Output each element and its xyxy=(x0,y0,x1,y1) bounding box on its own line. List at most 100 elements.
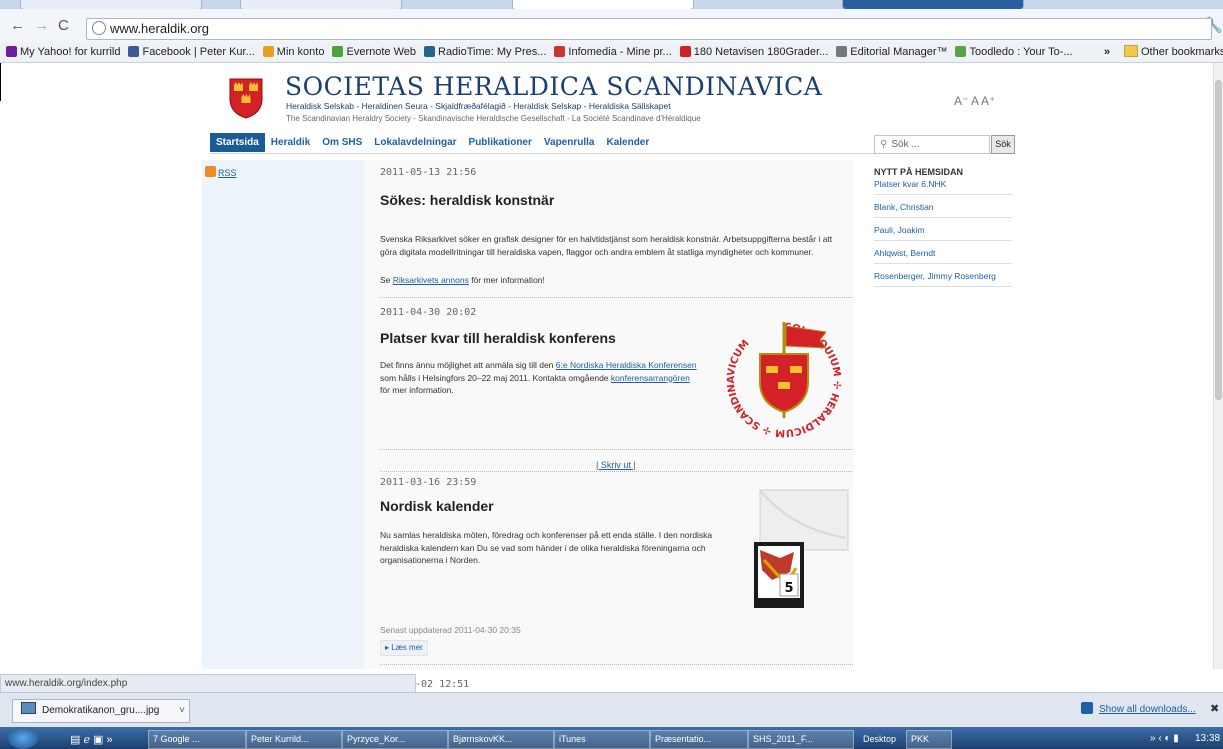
bookmark-item[interactable]: RadioTime: My Pres... xyxy=(424,42,546,62)
article-title[interactable]: Nordisk kalender xyxy=(380,498,494,514)
bookmark-favicon-icon xyxy=(332,46,344,57)
site-subtitle-international: The Scandinavian Heraldry Society - Skan… xyxy=(286,114,701,123)
image-file-icon xyxy=(21,702,36,714)
bookmark-item[interactable]: Infomedia - Mine pr... xyxy=(554,42,672,62)
nav-om-shs[interactable]: Om SHS xyxy=(316,133,368,152)
article-date: 2011-04-30 20:02 xyxy=(380,307,477,318)
news-item[interactable]: Rosenberger, Jimmy Rosenberg xyxy=(874,266,1012,287)
taskbar-item[interactable]: Desktop xyxy=(858,730,910,749)
chevron-down-icon[interactable]: ˅ xyxy=(179,700,185,722)
system-clock: 13:38 xyxy=(1195,733,1221,744)
bookmark-item[interactable]: Facebook | Peter Kur... xyxy=(128,42,255,62)
quicklaunch-icons[interactable]: ▤ ℯ ▣ » xyxy=(70,733,113,746)
article-title[interactable]: Sökes: heraldisk konstnär xyxy=(380,192,554,208)
calendar-day: 5 xyxy=(784,581,793,596)
taskbar-item[interactable]: Pyrzyce_Kor... xyxy=(342,730,448,749)
other-bookmarks[interactable]: Other bookmarks xyxy=(1124,42,1223,62)
back-icon[interactable]: ← xyxy=(10,17,25,34)
taskbar-item[interactable]: BjørnskovKK... xyxy=(448,730,554,749)
address-bar[interactable]: www.heraldik.org xyxy=(86,18,1212,40)
article-date: 2011-05-13 21:56 xyxy=(380,167,477,178)
folder-icon xyxy=(1124,45,1138,57)
forward-icon[interactable]: → xyxy=(34,17,49,34)
taskbar-item[interactable]: PKK xyxy=(906,730,952,749)
bookmark-item[interactable]: Min konto xyxy=(262,42,324,62)
article-divider xyxy=(380,449,853,450)
bookmark-favicon-icon xyxy=(6,46,17,57)
organizer-link[interactable]: konferensarrangören xyxy=(611,373,690,383)
riksarkivet-link[interactable]: Riksarkivets annons xyxy=(393,275,469,285)
reload-icon[interactable]: C xyxy=(58,17,69,34)
colloquium-logo: COLLOQUIUM ✢ HERALDICUM ✢ SCANDINAVICUM xyxy=(726,322,842,438)
shs-shield-logo xyxy=(229,78,263,119)
article-divider xyxy=(380,664,853,665)
nav-vapenrulla[interactable]: Vapenrulla xyxy=(538,133,601,152)
bookmark-item[interactable]: 180 Netavisen 180Grader... xyxy=(679,42,828,62)
taskbar-item[interactable]: 7 Google ... xyxy=(148,730,246,749)
print-link[interactable]: | Skriv ut | xyxy=(596,460,636,470)
font-size-controls[interactable]: A⁻ A A⁺ xyxy=(954,94,995,108)
search-icon: ⚲ xyxy=(880,139,888,150)
article-divider xyxy=(380,471,853,472)
more-bookmarks-icon[interactable]: » xyxy=(1104,42,1110,62)
bookmark-item[interactable]: Evernote Web xyxy=(332,42,416,62)
site-title[interactable]: SOCIETAS HERALDICA SCANDINAVICA xyxy=(285,72,822,101)
bookmark-favicon-icon xyxy=(262,46,274,57)
bookmark-favicon-icon xyxy=(424,46,435,57)
news-item[interactable]: Blank, Christian xyxy=(874,197,1012,218)
nav-lokalavdelningar[interactable]: Lokalavdelningar xyxy=(368,133,462,152)
taskbar-item[interactable]: Peter Kurrild... xyxy=(246,730,342,749)
site-subtitle-languages: Heraldisk Selskab - Heraldinen Seura - S… xyxy=(286,101,671,111)
address-url: www.heraldik.org xyxy=(110,21,209,36)
bookmark-favicon-icon xyxy=(955,46,967,57)
bookmark-favicon-icon xyxy=(128,46,140,57)
rss-icon xyxy=(205,166,216,177)
bookmark-list: My Yahoo! for kurrild Facebook | Peter Ku… xyxy=(6,42,1076,62)
calendar-image: 5 xyxy=(754,489,849,608)
taskbar-item[interactable]: SHS_2011_F... xyxy=(748,730,854,749)
tray-icons[interactable]: » ‹ ◐ ▮ xyxy=(1150,733,1179,744)
tab-strip xyxy=(0,0,1223,10)
globe-icon xyxy=(92,21,106,35)
bookmarks-bar: My Yahoo! for kurrild Facebook | Peter Ku… xyxy=(0,42,1223,63)
article-body: Svenska Riksarkivet söker en grafisk des… xyxy=(380,234,833,257)
download-item[interactable]: Demokratikanon_gru....jpg ˅ xyxy=(12,699,190,723)
start-button-icon[interactable] xyxy=(8,727,38,749)
article-date: 2011-03-16 23:59 xyxy=(380,477,477,488)
nav-startsida[interactable]: Startsida xyxy=(210,133,265,152)
main-nav: Startsida Heraldik Om SHS Lokalavdelningar P… xyxy=(210,133,655,153)
nav-publikationer[interactable]: Publikationer xyxy=(463,133,538,152)
rss-link[interactable]: RSS xyxy=(205,166,237,178)
conference-link[interactable]: 6:e Nordiska Heraldiska Konferensen xyxy=(556,360,697,370)
article-divider xyxy=(380,297,853,298)
article-body: Det finns ännu möjlighet att anmäla sig … xyxy=(380,360,697,395)
news-item[interactable]: Platser kvar 6.NHK xyxy=(874,174,1012,195)
bookmark-favicon-icon xyxy=(679,46,691,57)
news-item[interactable]: Ahlqwist, Berndt xyxy=(874,243,1012,264)
left-sidebar xyxy=(202,160,364,669)
bookmark-item[interactable]: Toodledo : Your To-... xyxy=(955,42,1073,62)
article-body: Nu samlas heraldiska möten, föredrag och… xyxy=(380,530,713,565)
nav-heraldik[interactable]: Heraldik xyxy=(265,133,316,152)
download-arrow-icon xyxy=(1081,702,1093,714)
read-more-button[interactable]: ▸ Læs mer xyxy=(380,640,428,656)
status-bar: www.heraldik.org/index.php xyxy=(0,674,416,693)
nav-kalender[interactable]: Kalender xyxy=(600,133,655,152)
scrollbar-thumb[interactable] xyxy=(1215,80,1222,400)
taskbar-item[interactable]: iTunes xyxy=(554,730,650,749)
article-date-partial: -02 12:51 xyxy=(415,679,470,690)
bookmark-item[interactable]: Editorial Manager™ xyxy=(836,42,947,62)
close-icon[interactable]: ✖ xyxy=(1210,702,1219,715)
bookmark-item[interactable]: My Yahoo! for kurrild xyxy=(6,42,120,62)
article-title[interactable]: Platser kvar till heraldisk konferens xyxy=(380,330,616,346)
site-search-input[interactable]: ⚲ Sök ... xyxy=(874,135,990,154)
left-edge-marker xyxy=(0,63,1,101)
search-button[interactable]: Sök xyxy=(991,135,1015,154)
last-updated: Senast uppdaterad 2011-04-30 20:35 xyxy=(380,625,521,635)
bookmark-favicon-icon xyxy=(836,46,848,57)
news-item[interactable]: Pauli, Joakim xyxy=(874,220,1012,241)
taskbar-item[interactable]: Præsentatio... xyxy=(650,730,748,749)
article-footer: Se Riksarkivets annons för mer informati… xyxy=(380,275,545,285)
bookmark-favicon-icon xyxy=(554,46,566,57)
show-all-downloads-link[interactable]: Show all downloads... xyxy=(1099,704,1196,715)
